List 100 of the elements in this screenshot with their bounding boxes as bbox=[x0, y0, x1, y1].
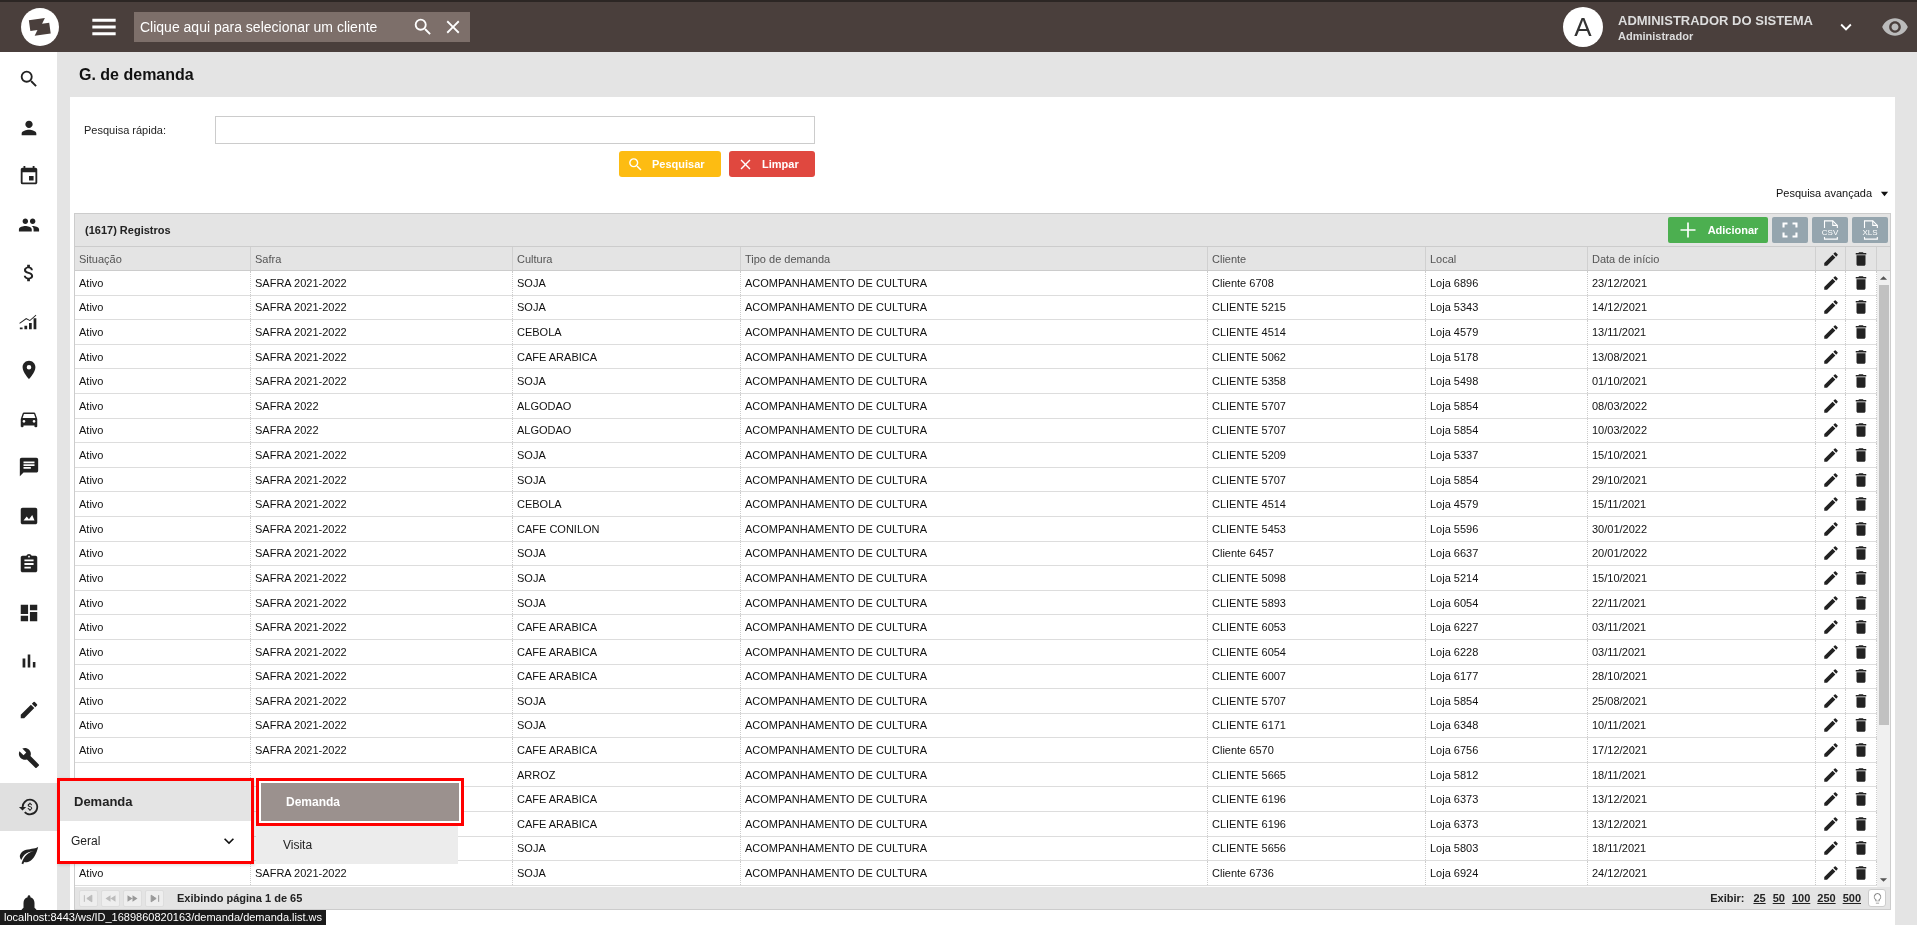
column-header[interactable]: Situação bbox=[75, 247, 251, 270]
table-cell: 25/08/2021 bbox=[1592, 694, 1648, 707]
menu-group-dropdown[interactable]: Geral bbox=[60, 821, 251, 861]
pencil-icon bbox=[1821, 249, 1840, 268]
table-cell: SAFRA 2021-2022 bbox=[255, 621, 347, 634]
table-cell: 30/01/2022 bbox=[1592, 522, 1648, 535]
pencil-icon[interactable] bbox=[1821, 839, 1840, 858]
avatar[interactable]: A bbox=[1563, 7, 1603, 47]
table-cell: SOJA bbox=[517, 301, 546, 314]
column-header[interactable]: Local bbox=[1426, 247, 1588, 270]
table-cell: Cliente 6708 bbox=[1212, 276, 1274, 289]
pencil-icon[interactable] bbox=[1821, 298, 1840, 317]
pencil-icon[interactable] bbox=[1821, 568, 1840, 587]
table-cell: SAFRA 2021-2022 bbox=[255, 473, 347, 486]
menu-item[interactable]: Visita bbox=[256, 826, 458, 864]
table-cell: CLIENTE 5707 bbox=[1212, 399, 1286, 412]
caret-down-icon[interactable] bbox=[1879, 877, 1888, 883]
search-icon[interactable] bbox=[412, 16, 434, 38]
table-cell: Ativo bbox=[79, 867, 104, 880]
table-cell: Loja 5337 bbox=[1430, 448, 1479, 461]
caret-up-icon[interactable] bbox=[1879, 275, 1888, 281]
pencil-icon[interactable] bbox=[1821, 741, 1840, 760]
pencil-icon[interactable] bbox=[1821, 642, 1840, 661]
pencil-icon[interactable] bbox=[1821, 814, 1840, 833]
clear-button[interactable]: Limpar bbox=[729, 151, 815, 177]
table-cell: Ativo bbox=[79, 744, 104, 757]
table-cell: SOJA bbox=[517, 867, 546, 880]
page-size-link[interactable]: 25 bbox=[1753, 892, 1766, 904]
table-cell: 13/08/2021 bbox=[1592, 350, 1648, 363]
table-cell: CLIENTE 6007 bbox=[1212, 670, 1286, 683]
column-header[interactable]: Safra bbox=[251, 247, 513, 270]
table-cell: Loja 6228 bbox=[1430, 645, 1479, 658]
pencil-icon[interactable] bbox=[1821, 372, 1840, 391]
pencil-icon[interactable] bbox=[1821, 347, 1840, 366]
logo bbox=[20, 7, 60, 47]
pencil-icon[interactable] bbox=[1821, 790, 1840, 809]
table-cell: CLIENTE 5062 bbox=[1212, 350, 1286, 363]
quick-search-field[interactable] bbox=[215, 116, 815, 144]
table-cell: Ativo bbox=[79, 350, 104, 363]
pencil-icon[interactable] bbox=[1821, 396, 1840, 415]
table-cell: ACOMPANHAMENTO DE CULTURA bbox=[745, 867, 928, 880]
table-cell: 13/11/2021 bbox=[1592, 326, 1647, 338]
table-cell: ACOMPANHAMENTO DE CULTURA bbox=[745, 547, 928, 560]
pencil-icon[interactable] bbox=[1821, 421, 1840, 440]
table-cell: 18/11/2021 bbox=[1592, 768, 1647, 781]
table-cell: CEBOLA bbox=[517, 326, 562, 338]
scrollbar[interactable] bbox=[1877, 271, 1890, 887]
column-header[interactable]: Data de início bbox=[1588, 247, 1816, 270]
page-size-label: Exibir: bbox=[1710, 892, 1745, 904]
client-search-field[interactable]: Clique aqui para selecionar um cliente bbox=[134, 12, 470, 42]
pencil-icon[interactable] bbox=[1821, 445, 1840, 464]
table-cell: ACOMPANHAMENTO DE CULTURA bbox=[745, 424, 928, 437]
pencil-icon[interactable] bbox=[1821, 716, 1840, 735]
table-cell: ALGODAO bbox=[517, 424, 572, 437]
pencil-icon[interactable] bbox=[1821, 544, 1840, 563]
table-cell: CLIENTE 4514 bbox=[1212, 326, 1286, 338]
table-cell: SAFRA 2021-2022 bbox=[255, 670, 347, 683]
column-header[interactable]: Cliente bbox=[1208, 247, 1426, 270]
pencil-icon[interactable] bbox=[1821, 593, 1840, 612]
table-cell: SAFRA 2021-2022 bbox=[255, 375, 347, 388]
pencil-icon[interactable] bbox=[1821, 618, 1840, 637]
pencil-icon[interactable] bbox=[1821, 470, 1840, 489]
lightbulb-button[interactable] bbox=[1868, 889, 1886, 907]
advanced-search-toggle[interactable]: Pesquisa avançada bbox=[1774, 187, 1891, 199]
leaf-icon bbox=[17, 844, 40, 867]
table-cell: Ativo bbox=[79, 596, 104, 609]
page-size-link[interactable]: 250 bbox=[1817, 892, 1836, 904]
page-size-link[interactable]: 100 bbox=[1791, 892, 1811, 904]
column-header[interactable]: Cultura bbox=[513, 247, 741, 270]
table-cell: Cliente 6570 bbox=[1212, 744, 1274, 757]
table-cell: ACOMPANHAMENTO DE CULTURA bbox=[745, 375, 928, 388]
pencil-icon[interactable] bbox=[1821, 273, 1840, 292]
pencil-icon[interactable] bbox=[1821, 323, 1840, 341]
table-cell: ACOMPANHAMENTO DE CULTURA bbox=[745, 350, 928, 363]
table-cell: CLIENTE 5707 bbox=[1212, 424, 1286, 437]
table-cell: Ativo bbox=[79, 301, 104, 314]
page-status: Exibindo página 1 de 65 bbox=[177, 892, 303, 904]
page-size-link[interactable]: 500 bbox=[1842, 892, 1861, 904]
table-cell: Loja 6054 bbox=[1430, 596, 1479, 609]
table-cell: CLIENTE 5707 bbox=[1212, 473, 1286, 486]
table-cell: Loja 6896 bbox=[1430, 276, 1479, 289]
pencil-icon[interactable] bbox=[1821, 495, 1840, 514]
page-size-link[interactable]: 50 bbox=[1772, 892, 1785, 904]
table-cell: CAFE ARABICA bbox=[517, 670, 598, 683]
table-cell: Loja 4579 bbox=[1430, 326, 1479, 338]
table-cell: Ativo bbox=[79, 719, 104, 732]
pencil-icon[interactable] bbox=[1821, 864, 1840, 883]
table-cell: Loja 6756 bbox=[1430, 744, 1479, 757]
pencil-icon[interactable] bbox=[1821, 519, 1840, 538]
table-cell: SAFRA 2021-2022 bbox=[255, 301, 347, 314]
table-cell: CLIENTE 5707 bbox=[1212, 694, 1286, 707]
table-cell: SOJA bbox=[517, 571, 546, 584]
column-header[interactable]: Tipo de demanda bbox=[741, 247, 1208, 270]
table-cell: 13/12/2021 bbox=[1592, 817, 1648, 830]
pencil-icon[interactable] bbox=[1821, 667, 1840, 686]
pencil-icon[interactable] bbox=[1821, 691, 1840, 710]
pencil-icon[interactable] bbox=[1821, 765, 1840, 784]
sidebar-item[interactable] bbox=[0, 782, 57, 831]
table-cell: Ativo bbox=[79, 399, 104, 412]
table-cell: ACOMPANHAMENTO DE CULTURA bbox=[745, 276, 928, 289]
